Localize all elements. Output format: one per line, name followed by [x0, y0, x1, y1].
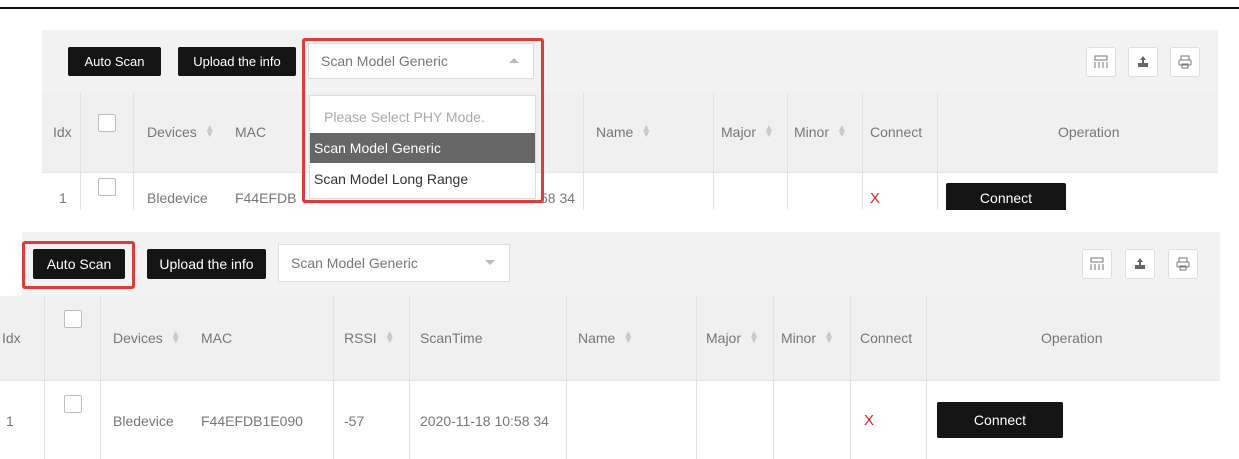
print-icon[interactable] [1168, 249, 1198, 279]
highlight-outline-dropdown [302, 38, 544, 203]
col-major[interactable]: Major ▲ ▼ [706, 296, 759, 380]
connect-status-x: X [864, 412, 875, 429]
col-separator [566, 296, 567, 459]
upload-info-button[interactable]: Upload the info [147, 249, 266, 279]
sort-icon: ▲ ▼ [170, 329, 181, 346]
col-operation: Operation [1041, 330, 1103, 346]
col-minor-label: Minor [794, 124, 830, 140]
col-separator [133, 92, 134, 210]
row-idx: 1 [59, 190, 67, 206]
export-icon[interactable] [1125, 249, 1155, 279]
col-devices-label: Devices [113, 330, 163, 346]
col-separator [787, 92, 788, 210]
upload-info-button[interactable]: Upload the info [178, 47, 296, 76]
col-minor[interactable]: Minor ▲ ▼ [794, 92, 847, 172]
col-separator [696, 296, 697, 459]
col-name-label: Name [596, 124, 634, 140]
col-separator [862, 92, 863, 210]
col-major[interactable]: Major ▲ ▼ [721, 92, 774, 172]
print-icon[interactable] [1170, 47, 1200, 77]
sort-icon: ▲ ▼ [824, 329, 834, 346]
col-connect: Connect [870, 124, 923, 140]
col-separator [100, 296, 101, 459]
col-idx: Idx [2, 330, 21, 346]
auto-scan-button[interactable]: Auto Scan [68, 47, 161, 76]
row-mac-clipped: F44EFDB [235, 190, 297, 206]
col-scantime: ScanTime [420, 330, 483, 346]
table-row: 1 Bledevice F44EFDB1E090 -57 2020-11-18 … [0, 380, 1220, 459]
row-scantime: 2020-11-18 10:58 34 [420, 412, 549, 429]
col-minor-label: Minor [781, 330, 817, 346]
col-idx: Idx [53, 124, 72, 140]
table-row: 1 Bledevice F44EFDB 58 34 X Connect [42, 172, 1218, 210]
scan-model-select-value: Scan Model Generic [291, 255, 418, 271]
row-device: Bledevice [147, 190, 208, 206]
columns-icon[interactable] [1082, 249, 1112, 279]
sort-icon: ▲ ▼ [641, 123, 652, 140]
connect-status-x: X [870, 189, 881, 207]
sort-icon: ▲ ▼ [837, 123, 847, 140]
scan-model-select[interactable]: Scan Model Generic [278, 244, 510, 282]
col-major-label: Major [706, 330, 742, 346]
col-devices[interactable]: Devices ▲ ▼ [147, 92, 215, 172]
col-connect: Connect [860, 330, 913, 346]
col-separator [80, 92, 81, 210]
row-mac: F44EFDB1E090 [201, 412, 303, 429]
sort-icon: ▲ ▼ [623, 329, 634, 346]
connect-button[interactable]: Connect [946, 183, 1066, 210]
col-separator [713, 92, 714, 210]
col-rssi[interactable]: RSSI ▲ ▼ [344, 296, 395, 380]
col-separator [773, 296, 774, 459]
export-icon[interactable] [1128, 47, 1158, 77]
sort-icon: ▲ ▼ [749, 329, 759, 346]
col-mac: MAC [201, 330, 233, 346]
row-checkbox[interactable] [64, 395, 82, 413]
columns-icon[interactable] [1086, 47, 1116, 77]
col-separator [583, 92, 584, 210]
col-operation: Operation [1058, 124, 1120, 140]
sort-icon: ▲ ▼ [204, 123, 215, 140]
scan-panel-dropdown-open: Auto Scan Upload the info Scan Model Gen… [42, 30, 1218, 210]
col-name[interactable]: Name ▲ ▼ [578, 296, 633, 380]
col-separator [44, 296, 45, 459]
select-all-checkbox[interactable] [64, 310, 82, 328]
col-devices-label: Devices [147, 124, 197, 140]
col-devices[interactable]: Devices ▲ ▼ [113, 296, 181, 380]
toolbar: Auto Scan Upload the info Scan Model Gen… [22, 232, 1220, 296]
col-name-label: Name [578, 330, 616, 346]
row-rssi: -57 [344, 412, 365, 429]
col-separator [926, 296, 927, 459]
table-header: Idx Devices ▲ ▼ MAC Name ▲ ▼ Major ▲ ▼ Mino… [42, 92, 1218, 172]
top-divider [0, 7, 1239, 9]
col-rssi-label: RSSI [344, 330, 377, 346]
row-checkbox[interactable] [98, 178, 116, 196]
sort-icon: ▲ ▼ [764, 123, 774, 140]
scan-panel: Auto Scan Upload the info Scan Model Gen… [0, 232, 1220, 459]
row-device: Bledevice [113, 412, 174, 429]
row-idx: 1 [6, 412, 14, 429]
select-all-checkbox[interactable] [98, 114, 116, 132]
col-separator [850, 296, 851, 459]
highlight-outline-auto-scan [22, 241, 135, 289]
col-minor[interactable]: Minor ▲ ▼ [781, 296, 834, 380]
sort-icon: ▲ ▼ [384, 329, 395, 346]
col-mac: MAC [235, 124, 267, 140]
col-major-label: Major [721, 124, 757, 140]
connect-button[interactable]: Connect [937, 402, 1063, 438]
col-name[interactable]: Name ▲ ▼ [596, 92, 651, 172]
col-separator [937, 92, 938, 210]
table-header: Idx Devices ▲ ▼ MAC RSSI ▲ ▼ ScanTime Name… [0, 296, 1220, 380]
toolbar: Auto Scan Upload the info Scan Model Gen… [42, 30, 1218, 92]
row-scantime-clipped: 58 34 [540, 190, 576, 206]
col-separator [333, 296, 334, 459]
col-separator [409, 296, 410, 459]
chevron-down-icon [485, 260, 495, 265]
